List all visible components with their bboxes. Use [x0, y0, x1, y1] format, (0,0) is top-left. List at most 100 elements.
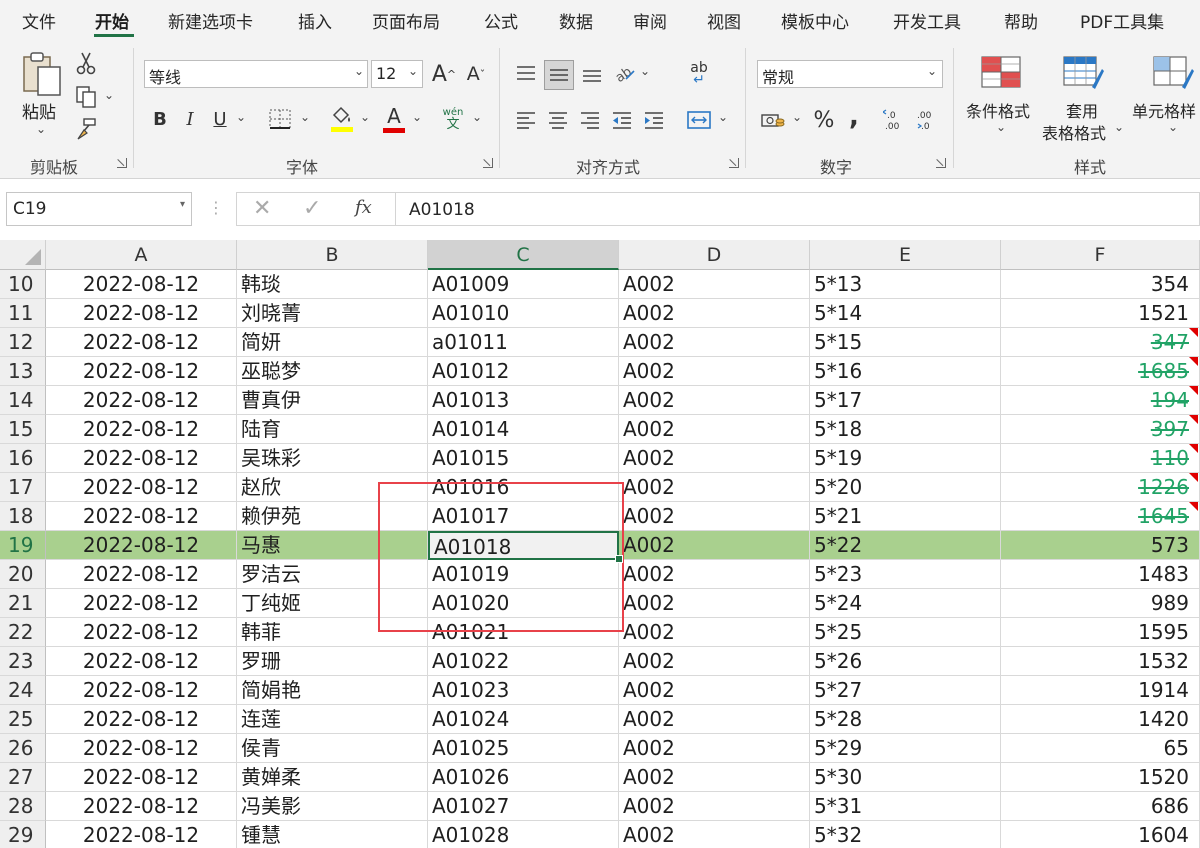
- row-header[interactable]: 16: [0, 444, 46, 473]
- column-header-a[interactable]: A: [46, 240, 237, 270]
- cell-group[interactable]: A002: [619, 357, 810, 386]
- cell-group[interactable]: A002: [619, 647, 810, 676]
- cell-code[interactable]: A01024: [428, 705, 619, 734]
- row-header[interactable]: 14: [0, 386, 46, 415]
- cell-name[interactable]: 吴珠彩: [237, 444, 428, 473]
- column-header-b[interactable]: B: [237, 240, 428, 270]
- cell-spec[interactable]: 5*17: [810, 386, 1001, 415]
- cell-date[interactable]: 2022-08-12: [46, 647, 237, 676]
- comment-indicator-icon[interactable]: [1189, 357, 1198, 366]
- copy-dropdown-icon[interactable]: ⌄: [104, 88, 114, 102]
- cell-group[interactable]: A002: [619, 705, 810, 734]
- fill-handle[interactable]: [615, 555, 623, 563]
- conditional-format-dropdown-icon[interactable]: ⌄: [996, 120, 1006, 134]
- align-left-icon[interactable]: [512, 106, 540, 134]
- cell-group[interactable]: A002: [619, 444, 810, 473]
- menu-help[interactable]: 帮助: [1004, 8, 1038, 33]
- cell-spec[interactable]: 5*22: [810, 531, 1001, 560]
- row-header[interactable]: 28: [0, 792, 46, 821]
- column-header-c[interactable]: C: [428, 240, 619, 270]
- row-header[interactable]: 15: [0, 415, 46, 444]
- conditional-format-button[interactable]: 条件格式: [966, 98, 1030, 122]
- underline-button[interactable]: U: [208, 106, 232, 132]
- orientation-dropdown-icon[interactable]: ⌄: [640, 64, 650, 78]
- cell-amount[interactable]: 194: [1001, 386, 1200, 415]
- row-header[interactable]: 10: [0, 270, 46, 299]
- orientation-icon[interactable]: ab: [610, 58, 638, 86]
- align-bottom-icon[interactable]: [578, 60, 606, 88]
- formula-bar-grip-icon[interactable]: ⋮: [208, 198, 224, 217]
- cell-date[interactable]: 2022-08-12: [46, 589, 237, 618]
- cell-date[interactable]: 2022-08-12: [46, 357, 237, 386]
- alignment-launcher-icon[interactable]: [729, 158, 739, 168]
- cell-spec[interactable]: 5*29: [810, 734, 1001, 763]
- phonetic-button[interactable]: wén 文: [438, 104, 468, 134]
- cell-spec[interactable]: 5*25: [810, 618, 1001, 647]
- comment-indicator-icon[interactable]: [1189, 473, 1198, 482]
- row-header[interactable]: 22: [0, 618, 46, 647]
- format-as-table-dropdown-icon[interactable]: ⌄: [1114, 120, 1124, 134]
- cell-spec[interactable]: 5*24: [810, 589, 1001, 618]
- cell-group[interactable]: A002: [619, 299, 810, 328]
- cell-date[interactable]: 2022-08-12: [46, 473, 237, 502]
- cell-amount[interactable]: 1521: [1001, 299, 1200, 328]
- cell-spec[interactable]: 5*30: [810, 763, 1001, 792]
- cell-group[interactable]: A002: [619, 328, 810, 357]
- cell-code[interactable]: A01013: [428, 386, 619, 415]
- name-box-dropdown-icon[interactable]: ▾: [180, 199, 185, 210]
- number-launcher-icon[interactable]: [936, 158, 946, 168]
- cell-date[interactable]: 2022-08-12: [46, 560, 237, 589]
- comma-style-button[interactable]: ,: [842, 102, 866, 132]
- cell-group[interactable]: A002: [619, 821, 810, 848]
- cell-spec[interactable]: 5*15: [810, 328, 1001, 357]
- cell-name[interactable]: 刘晓菁: [237, 299, 428, 328]
- cut-icon[interactable]: [74, 50, 98, 76]
- grow-font-button[interactable]: A ^: [430, 60, 458, 88]
- clipboard-launcher-icon[interactable]: [117, 158, 127, 168]
- cell-name[interactable]: 黄婵柔: [237, 763, 428, 792]
- cell-spec[interactable]: 5*21: [810, 502, 1001, 531]
- cell-amount[interactable]: 397: [1001, 415, 1200, 444]
- cell-code[interactable]: A01026: [428, 763, 619, 792]
- row-header[interactable]: 11: [0, 299, 46, 328]
- cell-code[interactable]: A01028: [428, 821, 619, 848]
- borders-dropdown-icon[interactable]: ⌄: [300, 110, 310, 124]
- cell-spec[interactable]: 5*31: [810, 792, 1001, 821]
- cell-code[interactable]: A01012: [428, 357, 619, 386]
- cell-spec[interactable]: 5*26: [810, 647, 1001, 676]
- cell-code[interactable]: A01025: [428, 734, 619, 763]
- name-box[interactable]: C19 ▾: [6, 192, 192, 226]
- row-header[interactable]: 20: [0, 560, 46, 589]
- comment-indicator-icon[interactable]: [1189, 444, 1198, 453]
- cell-code[interactable]: A01010: [428, 299, 619, 328]
- cell-amount[interactable]: 989: [1001, 589, 1200, 618]
- cell-name[interactable]: 简妍: [237, 328, 428, 357]
- cell-spec[interactable]: 5*27: [810, 676, 1001, 705]
- cell-styles-icon[interactable]: [1150, 52, 1196, 92]
- cell-date[interactable]: 2022-08-12: [46, 531, 237, 560]
- cell-spec[interactable]: 5*14: [810, 299, 1001, 328]
- cell-group[interactable]: A002: [619, 473, 810, 502]
- font-launcher-icon[interactable]: [483, 158, 493, 168]
- cell-styles-dropdown-icon[interactable]: ⌄: [1168, 120, 1178, 134]
- row-header[interactable]: 26: [0, 734, 46, 763]
- cell-group[interactable]: A002: [619, 792, 810, 821]
- row-header[interactable]: 17: [0, 473, 46, 502]
- cell-amount[interactable]: 1914: [1001, 676, 1200, 705]
- cell-date[interactable]: 2022-08-12: [46, 386, 237, 415]
- row-header[interactable]: 29: [0, 821, 46, 848]
- cell-group[interactable]: A002: [619, 531, 810, 560]
- confirm-entry-icon[interactable]: ✓: [303, 196, 321, 221]
- cell-amount[interactable]: 1645: [1001, 502, 1200, 531]
- cell-name[interactable]: 韩琰: [237, 270, 428, 299]
- fill-color-dropdown-icon[interactable]: ⌄: [360, 110, 370, 124]
- align-right-icon[interactable]: [576, 106, 604, 134]
- menu-file[interactable]: 文件: [22, 8, 56, 33]
- cell-group[interactable]: A002: [619, 560, 810, 589]
- cell-amount[interactable]: 573: [1001, 531, 1200, 560]
- paste-icon[interactable]: [18, 50, 66, 100]
- row-header[interactable]: 25: [0, 705, 46, 734]
- column-header-f[interactable]: F: [1001, 240, 1200, 270]
- cell-date[interactable]: 2022-08-12: [46, 763, 237, 792]
- cell-name[interactable]: 锺慧: [237, 821, 428, 848]
